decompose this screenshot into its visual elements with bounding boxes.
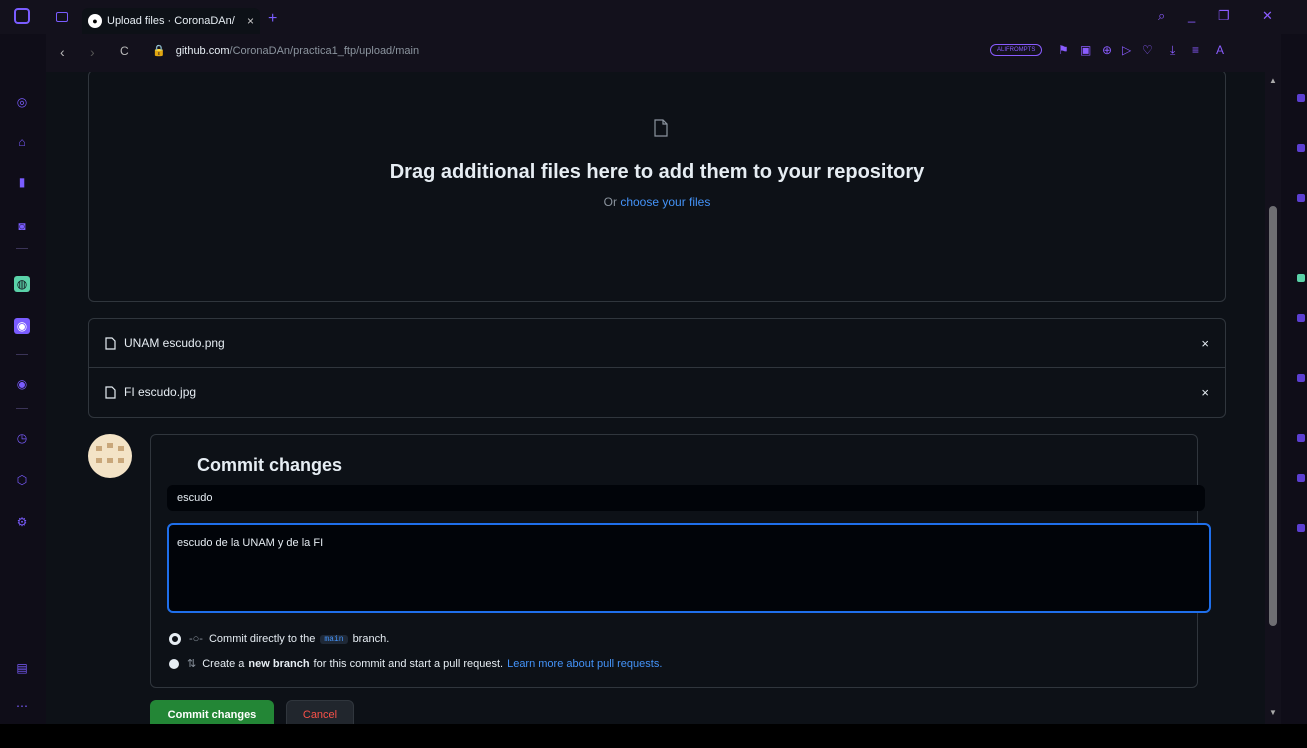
option1-suffix: branch.: [352, 633, 390, 645]
scrollbar-thumb[interactable]: [1269, 206, 1277, 626]
history-icon[interactable]: ◷: [14, 430, 30, 446]
dropzone-or: Or: [603, 195, 617, 209]
commit-summary-input[interactable]: escudo: [167, 485, 1205, 511]
option2-suffix: for this commit and start a pull request…: [313, 657, 504, 670]
settings-icon[interactable]: ⚙: [14, 514, 30, 530]
screenshot-icon[interactable]: ▣: [1080, 43, 1091, 57]
option1-prefix: Commit directly to the: [208, 633, 316, 645]
restore-icon[interactable]: ❐: [1218, 8, 1230, 24]
url-field[interactable]: 🔒 github.com/CoronaDAn/practica1_ftp/uplo…: [152, 44, 419, 57]
instagram-icon[interactable]: ◙: [14, 218, 30, 234]
more-icon[interactable]: ⋯: [14, 698, 30, 714]
new-branch-radio[interactable]: [169, 658, 179, 669]
option2-bold: new branch: [248, 657, 310, 670]
extensions-icon[interactable]: ⬡: [14, 472, 30, 488]
pull-request-icon: ⇅: [187, 658, 197, 670]
side-panel-icon[interactable]: [1297, 474, 1305, 482]
shield-icon[interactable]: ⊕: [1102, 43, 1112, 57]
side-panel-icon[interactable]: [1297, 434, 1305, 442]
file-list: UNAM escudo.png × FI escudo.jpg ×: [88, 318, 1226, 418]
avatar-pattern-icon: [96, 443, 124, 463]
forward-icon[interactable]: ›: [90, 44, 95, 60]
browser-sidebar: ◎ ⌂ ▮ ◙ ◍ ◉ ◉ ◷ ⬡ ⚙ ▤ ⋯: [0, 34, 46, 724]
menu-icon[interactable]: ≡: [1192, 43, 1199, 57]
commit-icon: -○-: [189, 633, 203, 645]
extension-pill[interactable]: ALIFROMPTS: [990, 44, 1043, 56]
side-panel-icon[interactable]: [1297, 524, 1305, 532]
tab-title: Upload files · CoronaDAn/: [107, 15, 235, 27]
commit-title: Commit changes: [197, 455, 343, 475]
lock-icon: 🔒: [152, 45, 166, 57]
right-side-strip: [1281, 34, 1307, 724]
discord-icon[interactable]: ◉: [14, 318, 30, 334]
download-icon[interactable]: ⤓: [1170, 43, 1175, 58]
home-icon[interactable]: ◎: [14, 94, 30, 110]
tab-close-icon[interactable]: ×: [247, 14, 254, 28]
sidebar-divider: [16, 354, 28, 355]
minimize-icon[interactable]: _: [1188, 8, 1195, 23]
side-panel-icon[interactable]: [1297, 94, 1305, 102]
bottom-bar: [0, 724, 1307, 748]
reader-icon[interactable]: ⚑: [1058, 43, 1069, 57]
commit-panel: Commit changes escudo escudo de la UNAM …: [150, 434, 1211, 688]
page-scrollbar[interactable]: ▲ ▼: [1265, 72, 1281, 724]
chatgpt-icon[interactable]: ◍: [14, 276, 30, 292]
option2-prefix: Create a: [202, 657, 245, 670]
side-panel-icon[interactable]: [1297, 194, 1305, 202]
branch-name: main: [320, 634, 348, 644]
remove-file-icon[interactable]: ×: [1201, 385, 1209, 400]
choose-files-link[interactable]: choose your files: [620, 195, 710, 209]
tab-list-icon[interactable]: [56, 12, 68, 22]
dropzone-title: Drag additional files here to add them t…: [389, 161, 925, 183]
twitch-icon[interactable]: ▮: [14, 174, 30, 190]
remove-file-icon[interactable]: ×: [1201, 336, 1209, 351]
heart-icon[interactable]: ♡: [1142, 43, 1153, 57]
file-row: FI escudo.jpg ×: [89, 368, 1225, 416]
commit-description-textarea[interactable]: escudo de la UNAM y de la FI: [167, 523, 1211, 613]
browser-tab[interactable]: ● Upload files · CoronaDAn/ ×: [82, 8, 260, 34]
file-row: UNAM escudo.png ×: [89, 319, 1225, 368]
scroll-up-icon[interactable]: ▲: [1269, 76, 1277, 85]
file-dropzone[interactable]: Drag additional files here to add them t…: [88, 72, 1226, 302]
side-panel-icon[interactable]: [1297, 274, 1305, 282]
browser-logo-icon[interactable]: [14, 8, 30, 24]
browser-tab-bar: ● Upload files · CoronaDAn/ × + ⌕ _ ❐ ✕: [0, 0, 1307, 34]
page-content: Drag additional files here to add them t…: [46, 72, 1265, 724]
sidebar-divider: [16, 408, 28, 409]
file-name: FI escudo.jpg: [124, 385, 197, 399]
file-icon: [105, 336, 116, 350]
file-icon: [654, 119, 668, 137]
send-icon[interactable]: ▷: [1122, 43, 1131, 57]
new-branch-option[interactable]: ⇅ Create a new branch for this commit an…: [169, 657, 662, 670]
new-tab-icon[interactable]: +: [268, 10, 277, 28]
commit-direct-radio[interactable]: [169, 633, 181, 645]
cancel-button[interactable]: Cancel: [286, 700, 354, 724]
scroll-down-icon[interactable]: ▼: [1269, 708, 1277, 717]
account-icon[interactable]: A: [1216, 43, 1224, 57]
reload-icon[interactable]: C: [120, 44, 129, 58]
commit-direct-option[interactable]: -○- Commit directly to the main branch.: [169, 633, 389, 645]
media-icon[interactable]: ◉: [14, 376, 30, 392]
avatar[interactable]: [88, 434, 132, 478]
shopping-icon[interactable]: ⌂: [14, 134, 30, 150]
search-icon[interactable]: ⌕: [1158, 8, 1165, 24]
back-icon[interactable]: ‹: [60, 44, 65, 60]
url-path: /CoronaDAn/practica1_ftp/upload/main: [229, 45, 420, 57]
sidebar-panel-icon[interactable]: ▤: [14, 660, 30, 676]
file-icon: [105, 385, 116, 399]
sidebar-divider: [16, 248, 28, 249]
side-panel-icon[interactable]: [1297, 144, 1305, 152]
url-domain: github.com: [175, 45, 230, 57]
dropzone-subtitle: Or choose your files: [89, 195, 1225, 209]
address-bar: ‹ › C 🔒 github.com/CoronaDAn/practica1_ft…: [46, 34, 1307, 72]
close-window-icon[interactable]: ✕: [1262, 8, 1273, 24]
side-panel-icon[interactable]: [1297, 314, 1305, 322]
side-panel-icon[interactable]: [1297, 374, 1305, 382]
github-icon: ●: [88, 14, 102, 28]
file-name: UNAM escudo.png: [124, 336, 225, 350]
commit-changes-button[interactable]: Commit changes: [150, 700, 274, 724]
learn-more-link[interactable]: Learn more about pull requests.: [507, 658, 662, 670]
